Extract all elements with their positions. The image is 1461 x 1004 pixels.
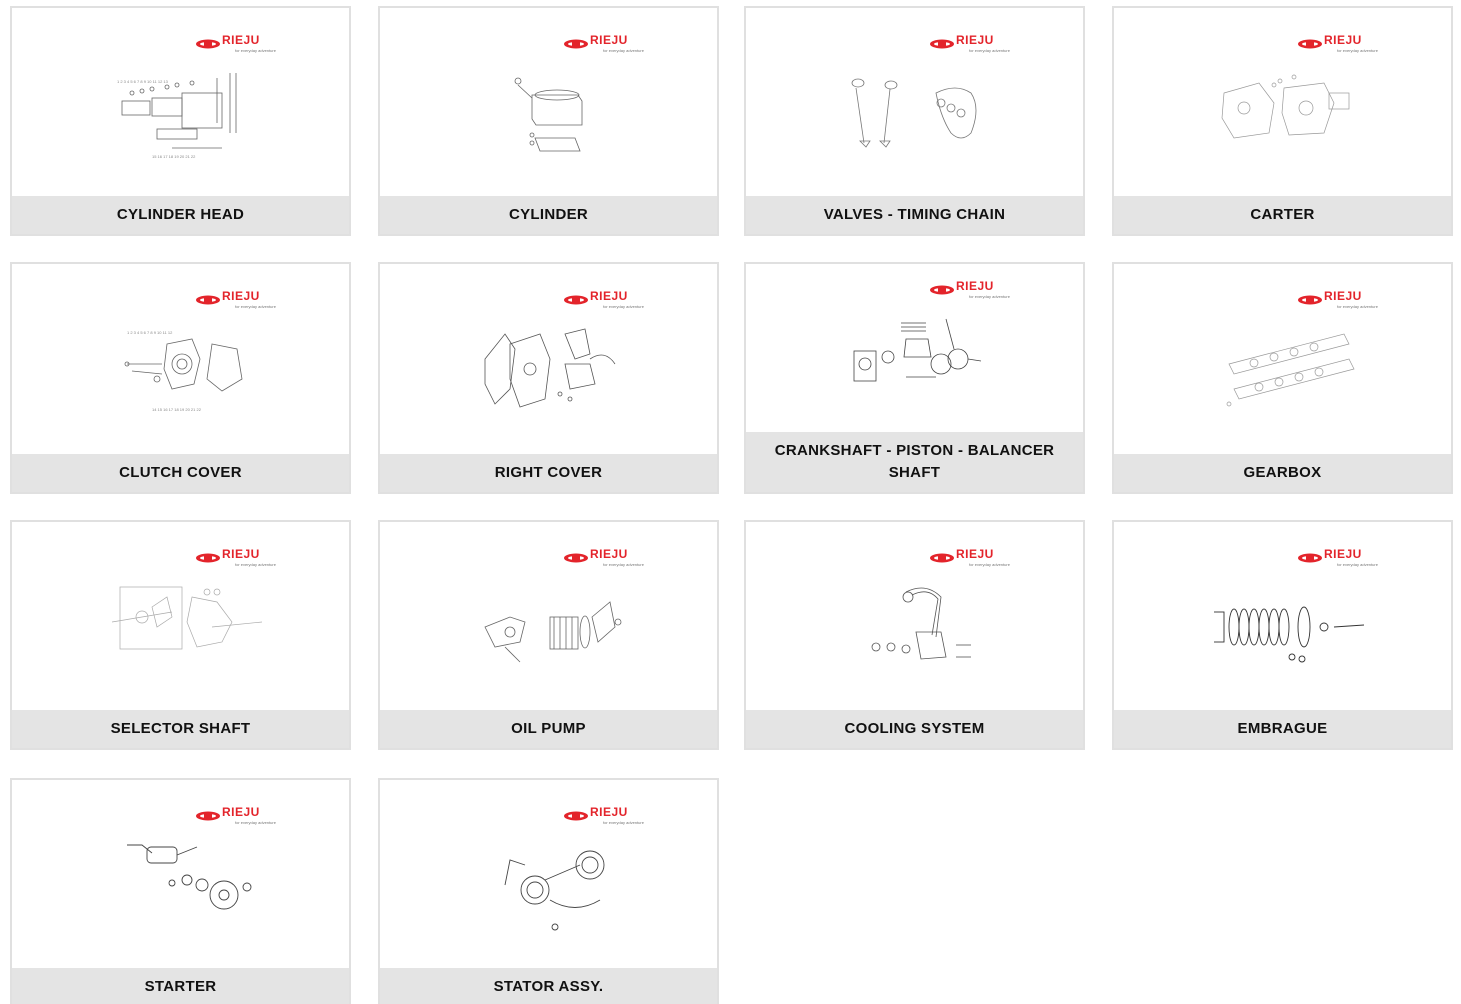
card-label[interactable]: GEARBOX — [1114, 454, 1451, 492]
rieju-logo: RIEJU for everyday adventure — [563, 289, 645, 309]
thumbnail-image[interactable]: RIEJU for everyday adventure — [1114, 522, 1451, 710]
cylinder-diagram-icon — [514, 77, 583, 152]
embrague-diagram-icon — [1214, 606, 1364, 663]
card-starter[interactable]: RIEJU for everyday adventure STARTER — [10, 778, 351, 1004]
rieju-logo: RIEJU for everyday adventure — [929, 279, 1011, 299]
card-cylinder[interactable]: RIEJU for everyday adventure CYLINDER — [378, 6, 719, 236]
card-label[interactable]: CRANKSHAFT - PISTON - BALANCER SHAFT — [746, 432, 1083, 492]
stator-diagram-icon — [504, 850, 605, 931]
thumbnail-image[interactable]: RIEJU for everyday adventure — [746, 8, 1083, 196]
card-selector-shaft[interactable]: RIEJU for everyday adventure SELECTOR SH… — [10, 520, 351, 750]
card-label[interactable]: CYLINDER — [380, 196, 717, 234]
valves-timing-chain-diagram-icon — [851, 78, 977, 148]
rieju-logo: RIEJU for everyday adventure — [195, 547, 277, 567]
thumbnail-image[interactable]: RIEJU for everyday adventure — [380, 780, 717, 968]
rieju-logo: RIEJU for everyday adventure — [1297, 289, 1379, 309]
rieju-logo: RIEJU for everyday adventure — [563, 805, 645, 825]
card-label[interactable]: STARTER — [12, 968, 349, 1004]
svg-text:14 15 16 17 18 19 20 21 22: 14 15 16 17 18 19 20 21 22 — [152, 407, 202, 412]
card-embrague[interactable]: RIEJU for everyday adventure EMBRAGUE — [1112, 520, 1453, 750]
carter-diagram-icon — [1221, 74, 1350, 139]
thumbnail-image[interactable]: RIEJU for everyday adventure — [380, 522, 717, 710]
rieju-logo: RIEJU for everyday adventure — [929, 547, 1011, 567]
gearbox-diagram-icon — [1226, 333, 1355, 407]
thumbnail-image[interactable]: RIEJU for everyday adventure — [1114, 264, 1451, 454]
crankshaft-piston-diagram-icon — [853, 318, 982, 382]
card-label[interactable]: STATOR ASSY. — [380, 968, 717, 1004]
thumbnail-image[interactable]: RIEJU for everyday adventure — [746, 522, 1083, 710]
rieju-logo: RIEJU for everyday adventure — [195, 33, 277, 53]
rieju-logo: RIEJU for everyday adventure — [1297, 547, 1379, 567]
card-crankshaft-piston-balancer-shaft[interactable]: RIEJU for everyday adventure CRANKSHAFT … — [744, 262, 1085, 494]
rieju-logo: RIEJU for everyday adventure — [195, 805, 277, 825]
cooling-system-diagram-icon — [871, 587, 971, 660]
thumbnail-image[interactable]: RIEJU for everyday adventure 1 2 3 4 5 6… — [12, 264, 349, 454]
clutch-cover-diagram-icon: 1 2 3 4 5 6 7 8 9 10 11 12 14 15 16 17 1… — [124, 330, 243, 412]
card-label[interactable]: OIL PUMP — [380, 710, 717, 748]
thumbnail-image[interactable]: RIEJU for everyday adventure — [380, 264, 717, 454]
card-clutch-cover[interactable]: RIEJU for everyday adventure 1 2 3 4 5 6… — [10, 262, 351, 494]
rieju-logo: RIEJU for everyday adventure — [195, 289, 277, 309]
rieju-logo: RIEJU for everyday adventure — [929, 33, 1011, 53]
thumbnail-image[interactable]: RIEJU for everyday adventure — [746, 264, 1083, 432]
thumbnail-image[interactable]: RIEJU for everyday adventure — [12, 780, 349, 968]
selector-shaft-diagram-icon — [112, 586, 262, 650]
card-right-cover[interactable]: RIEJU for everyday adventure RIGHT COVER — [378, 262, 719, 494]
card-label[interactable]: CLUTCH COVER — [12, 454, 349, 492]
card-label[interactable]: EMBRAGUE — [1114, 710, 1451, 748]
right-cover-diagram-icon — [484, 328, 616, 408]
oil-pump-diagram-icon — [484, 601, 622, 663]
thumbnail-image[interactable]: RIEJU for everyday adventure — [12, 522, 349, 710]
card-stator-assy[interactable]: RIEJU for everyday adventure STATOR ASSY… — [378, 778, 719, 1004]
svg-text:1 2 3 4 5 6 7 8 9 10 11 12: 1 2 3 4 5 6 7 8 9 10 11 12 — [127, 330, 173, 335]
svg-text:1 2 3 4 5 6 7 8 9 10 11 12 13: 1 2 3 4 5 6 7 8 9 10 11 12 13 — [117, 79, 169, 84]
card-label[interactable]: CYLINDER HEAD — [12, 196, 349, 234]
cylinder-head-diagram-icon: 1 2 3 4 5 6 7 8 9 10 11 12 13 15 16 17 1… — [117, 73, 237, 159]
card-label[interactable]: VALVES - TIMING CHAIN — [746, 196, 1083, 234]
rieju-logo: RIEJU for everyday adventure — [1297, 33, 1379, 53]
card-cooling-system[interactable]: RIEJU for everyday adventure COOLING SYS… — [744, 520, 1085, 750]
card-carter[interactable]: RIEJU for everyday adventure CARTER — [1112, 6, 1453, 236]
card-label[interactable]: CARTER — [1114, 196, 1451, 234]
card-valves-timing-chain[interactable]: RIEJU for everyday adventure VALVES - TI… — [744, 6, 1085, 236]
card-cylinder-head[interactable]: RIEJU for everyday adventure 1 2 3 4 5 6… — [10, 6, 351, 236]
card-label[interactable]: SELECTOR SHAFT — [12, 710, 349, 748]
rieju-logo: RIEJU for everyday adventure — [563, 33, 645, 53]
thumbnail-image[interactable]: RIEJU for everyday adventure — [380, 8, 717, 196]
card-oil-pump[interactable]: RIEJU for everyday adventure OIL PUMP — [378, 520, 719, 750]
starter-diagram-icon — [127, 844, 252, 910]
card-label[interactable]: COOLING SYSTEM — [746, 710, 1083, 748]
svg-text:15 16 17 18 19 20 21 22: 15 16 17 18 19 20 21 22 — [152, 154, 196, 159]
rieju-logo: RIEJU for everyday adventure — [563, 547, 645, 567]
thumbnail-image[interactable]: RIEJU for everyday adventure 1 2 3 4 5 6… — [12, 8, 349, 196]
thumbnail-image[interactable]: RIEJU for everyday adventure — [1114, 8, 1451, 196]
card-gearbox[interactable]: RIEJU for everyday adventure GEARBOX — [1112, 262, 1453, 494]
card-label[interactable]: RIGHT COVER — [380, 454, 717, 492]
